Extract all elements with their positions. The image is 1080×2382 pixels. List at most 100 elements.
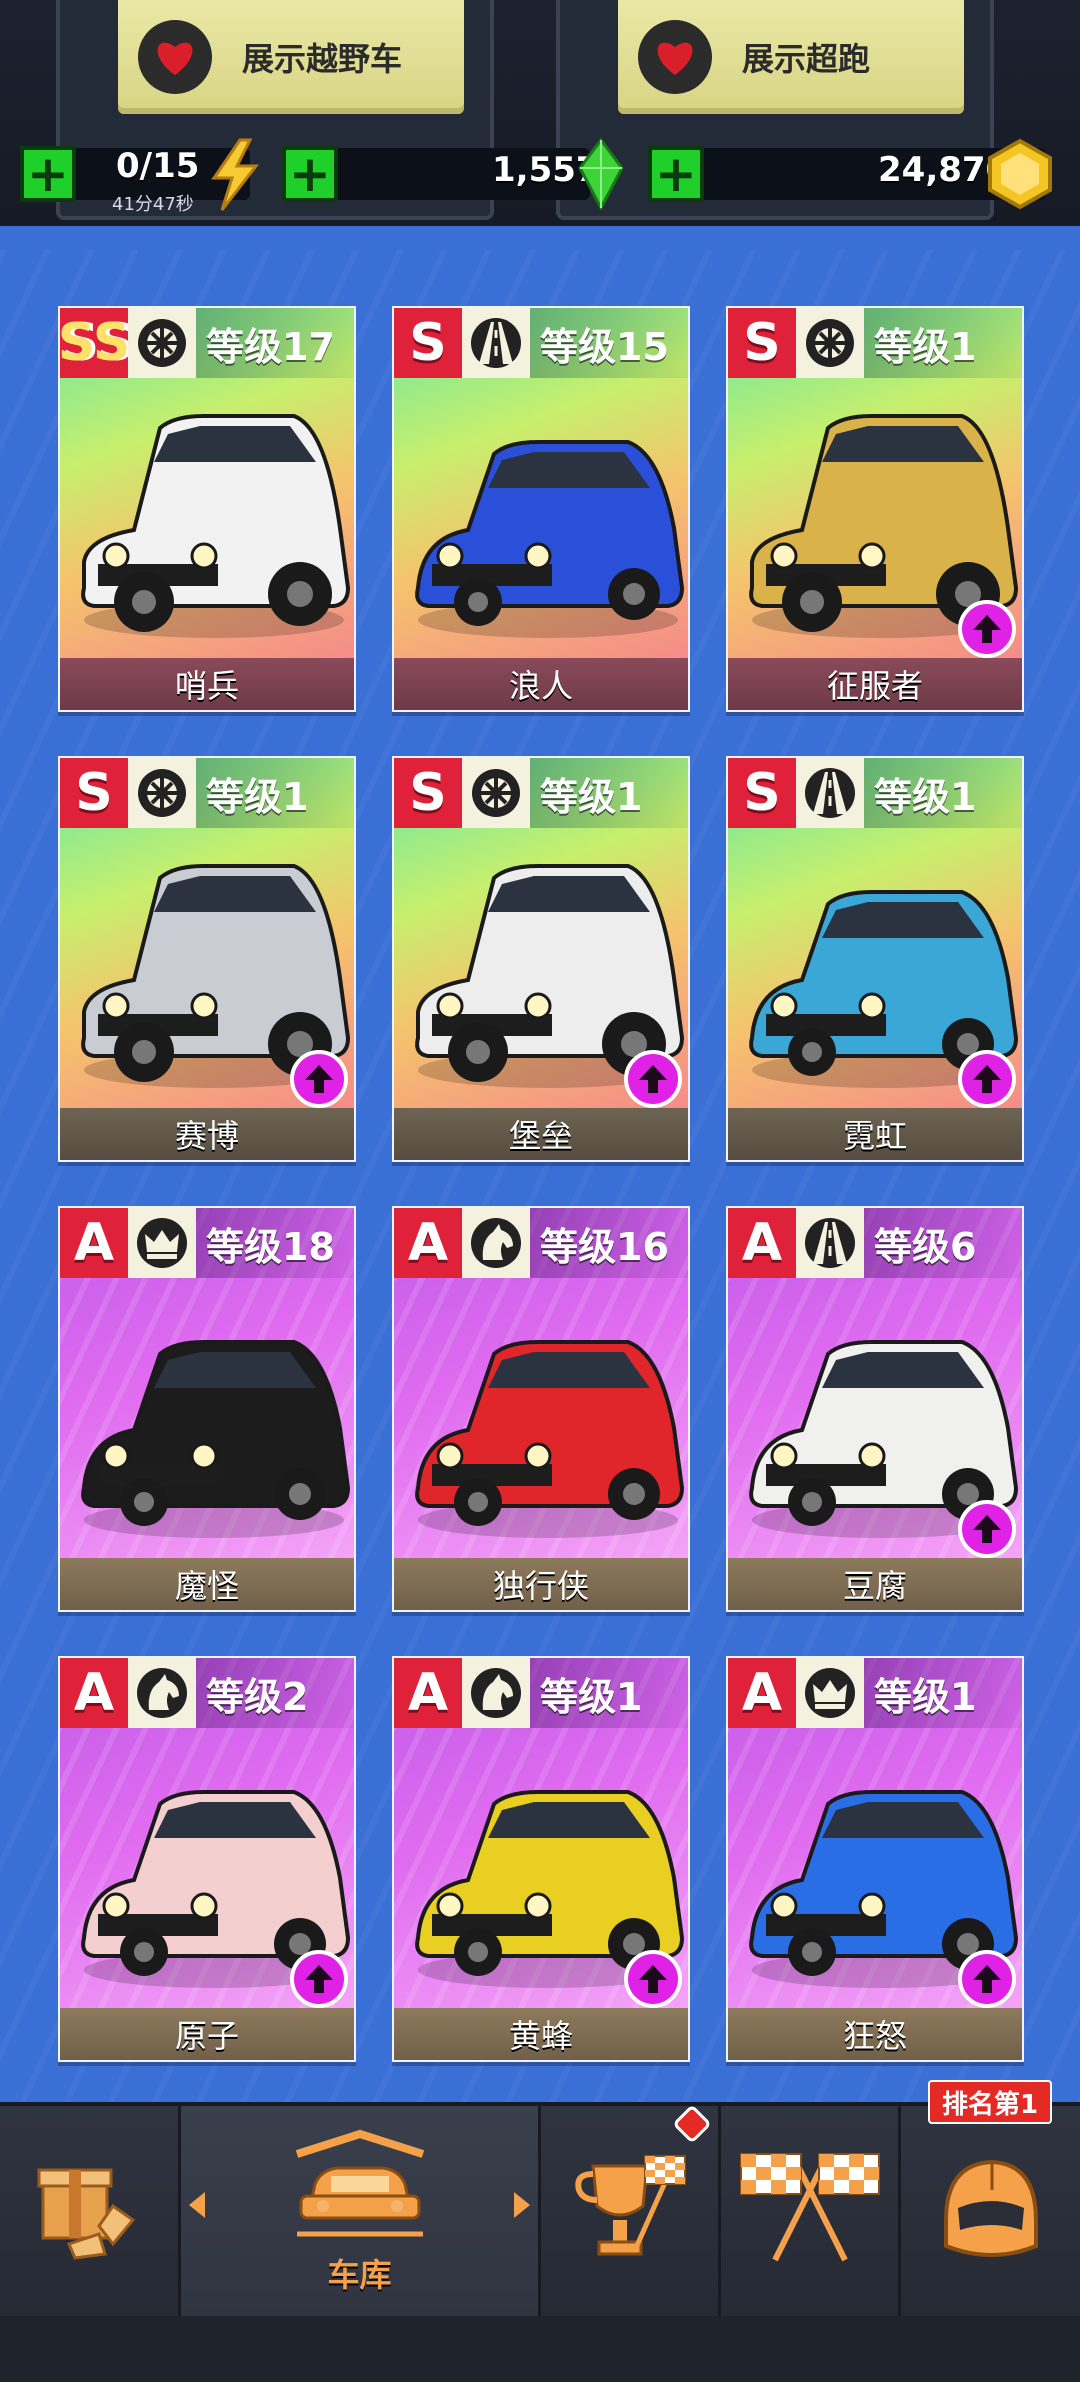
car-card[interactable]: A 等级1 黄蜂 [392,1656,690,2062]
car-card[interactable]: A 等级1 狂怒 [726,1656,1024,2062]
upgrade-arrow-icon[interactable] [958,600,1016,658]
card-header: A 等级18 [60,1208,354,1278]
car-class-badge: A [394,1658,462,1728]
car-class: S [75,763,113,823]
card-header: A 等级6 [728,1208,1022,1278]
car-class: S [409,313,447,373]
car-card[interactable]: S 等级1 赛博 [58,756,356,1162]
wheel-icon [128,758,196,828]
road-icon [796,1208,864,1278]
upgrade-arrow-icon[interactable] [290,1050,348,1108]
car-card[interactable]: S 等级1 征服者 [726,306,1024,712]
car-level: 等级1 [864,308,1022,378]
car-level: 等级1 [864,758,1022,828]
car-image [81,414,351,638]
top-header: 展示越野车 展示超跑 + 0/15 41分47秒 + 1,557 + 24,87… [0,0,1080,226]
upgrade-arrow-icon[interactable] [624,1050,682,1108]
rank-label: 排名第1 [941,2089,1039,2120]
car-class: A [407,1663,449,1723]
upgrade-arrow-icon[interactable] [624,1950,682,2008]
car-class: S [743,763,781,823]
wheel-icon [128,308,196,378]
card-header: S 等级1 [60,758,354,828]
card-header: A 等级16 [394,1208,688,1278]
car-image [81,1340,351,1538]
car-level: 等级1 [864,1658,1022,1728]
car-card[interactable]: A 等级18 魔怪 [58,1206,356,1612]
car-class: S [409,763,447,823]
car-card[interactable]: A 等级6 豆腐 [726,1206,1024,1612]
car-level: 等级1 [530,1658,688,1728]
car-name: 独行侠 [394,1558,688,1610]
garage-next-arrow[interactable] [514,2192,530,2218]
car-class: A [407,1213,449,1273]
nav-garage-label: 车库 [327,2256,392,2294]
show-supercar-label: 展示超跑 [742,40,871,78]
car-card[interactable]: S 等级1 堡垒 [392,756,690,1162]
plus-symbol: + [655,145,697,203]
car-class-badge: A [728,1208,796,1278]
crown-icon [128,1208,196,1278]
helmet-icon [943,2159,1038,2257]
car-class: SS [58,313,131,373]
upgrade-arrow-icon[interactable] [958,1050,1016,1108]
car-level: 等级2 [196,1658,354,1728]
car-class-badge: A [394,1208,462,1278]
car-class: A [73,1213,115,1273]
card-header: S 等级1 [728,758,1022,828]
car-class: A [741,1213,783,1273]
car-card[interactable]: S 等级15 浪人 [392,306,690,712]
car-level: 等级16 [530,1208,688,1278]
show-offroad-label: 展示越野车 [242,40,403,78]
heart-icon [638,20,712,94]
add-energy-button[interactable]: + [20,146,76,202]
card-header: A 等级1 [728,1658,1022,1728]
wheel-icon [462,758,530,828]
car-card[interactable]: A 等级2 原子 [58,1656,356,2062]
card-header: S 等级1 [728,308,1022,378]
card-header: S 等级1 [394,758,688,828]
car-class-badge: S [394,308,462,378]
card-header: SS 等级17 [60,308,354,378]
add-coins-button[interactable]: + [648,146,704,202]
road-icon [462,308,530,378]
car-name: 原子 [60,2008,354,2060]
rank-badge: 排名第1 [928,2080,1052,2124]
car-class-badge: A [60,1208,128,1278]
card-header: S 等级15 [394,308,688,378]
car-class: A [73,1663,115,1723]
car-level: 等级15 [530,308,688,378]
car-class-badge: A [728,1658,796,1728]
car-card[interactable]: S 等级1 霓虹 [726,756,1024,1162]
car-class-badge: S [394,758,462,828]
garage-prev-arrow[interactable] [189,2192,205,2218]
car-name: 征服者 [728,658,1022,710]
energy-timer: 41分47秒 [112,194,194,215]
lightning-icon [211,138,260,211]
coin-icon [988,138,1052,210]
car-card[interactable]: SS 等级17 哨兵 [58,306,356,712]
car-name: 堡垒 [394,1108,688,1160]
show-supercar-button[interactable]: 展示超跑 [618,0,964,114]
car-level: 等级6 [864,1208,1022,1278]
upgrade-arrow-icon[interactable] [290,1950,348,2008]
upgrade-arrow-icon[interactable] [958,1950,1016,2008]
wheel-icon [796,308,864,378]
shop-icon [37,2168,136,2260]
car-level: 等级1 [530,758,688,828]
car-class: A [741,1663,783,1723]
road-icon [796,758,864,828]
currency-bar: + 0/15 41分47秒 + 1,557 + 24,870 [0,138,1080,215]
add-gems-button[interactable]: + [282,146,338,202]
car-name: 赛博 [60,1108,354,1160]
trophy-icon [574,2155,686,2256]
car-name: 狂怒 [728,2008,1022,2060]
crown-icon [796,1658,864,1728]
garage-icon [295,2129,424,2237]
car-name: 魔怪 [60,1558,354,1610]
show-offroad-button[interactable]: 展示越野车 [118,0,464,114]
car-card[interactable]: A 等级16 独行侠 [392,1206,690,1612]
upgrade-arrow-icon[interactable] [958,1500,1016,1558]
car-name: 哨兵 [60,658,354,710]
horse-icon [128,1658,196,1728]
